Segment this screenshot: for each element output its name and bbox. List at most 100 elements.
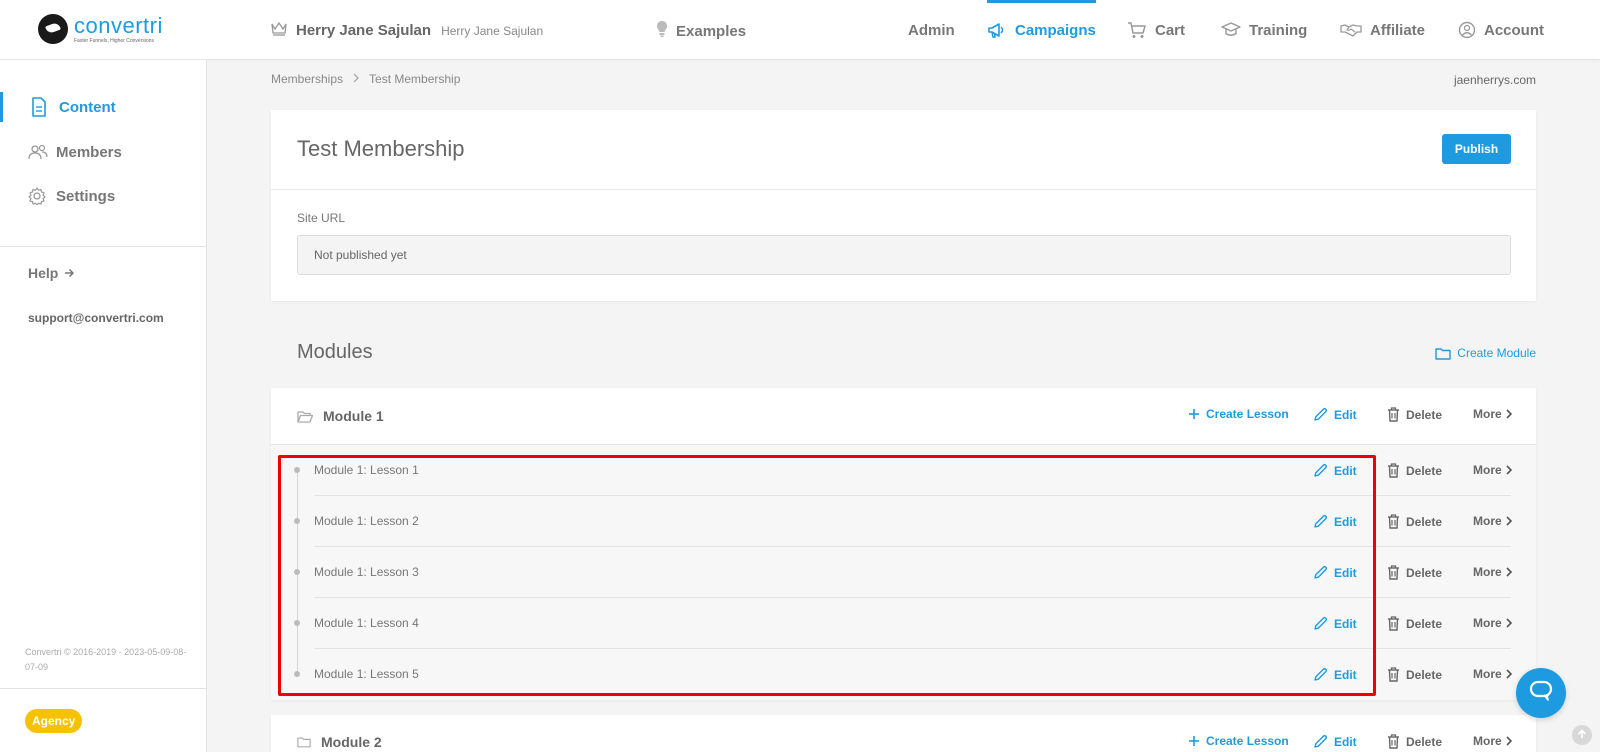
trash-icon bbox=[1387, 463, 1400, 478]
create-lesson-button[interactable]: Create Lesson bbox=[1188, 407, 1289, 421]
examples-link[interactable]: Examples bbox=[656, 20, 746, 43]
edit-label: Edit bbox=[1334, 565, 1357, 580]
more-label: More bbox=[1473, 667, 1502, 681]
lesson-title[interactable]: Module 1: Lesson 1 bbox=[314, 445, 419, 496]
nav-campaigns-label: Campaigns bbox=[1015, 21, 1096, 39]
delete-module-button[interactable]: Delete bbox=[1387, 407, 1442, 422]
pencil-icon bbox=[1313, 565, 1328, 580]
folder-icon bbox=[297, 736, 311, 748]
sidebar-divider bbox=[0, 246, 206, 247]
create-lesson-button[interactable]: Create Lesson bbox=[1188, 734, 1289, 748]
edit-module-button[interactable]: Edit bbox=[1313, 734, 1357, 749]
module-card: Module 1 Create Lesson Edit Delete More … bbox=[271, 388, 1536, 700]
chat-bubble-icon bbox=[1529, 680, 1553, 707]
nav-campaigns[interactable]: Campaigns bbox=[987, 0, 1096, 60]
publish-button[interactable]: Publish bbox=[1442, 134, 1511, 164]
pencil-icon bbox=[1313, 514, 1328, 529]
sidebar-item-settings[interactable]: Settings bbox=[0, 181, 206, 211]
top-bar: convertri Faster Funnels, Higher Convers… bbox=[0, 0, 1600, 60]
breadcrumb-memberships[interactable]: Memberships bbox=[271, 72, 343, 86]
chat-button[interactable] bbox=[1516, 668, 1566, 718]
lesson-title[interactable]: Module 1: Lesson 5 bbox=[314, 649, 419, 700]
delete-label: Delete bbox=[1406, 463, 1443, 478]
pencil-icon bbox=[1313, 463, 1328, 478]
sidebar-item-members[interactable]: Members bbox=[0, 137, 206, 167]
nav-cart[interactable]: Cart bbox=[1127, 0, 1185, 60]
delete-lesson-button[interactable]: Delete bbox=[1387, 463, 1442, 478]
nav-affiliate[interactable]: Affiliate bbox=[1340, 0, 1425, 60]
delete-label: Delete bbox=[1406, 407, 1443, 422]
delete-lesson-button[interactable]: Delete bbox=[1387, 667, 1442, 682]
create-lesson-label: Create Lesson bbox=[1206, 734, 1289, 748]
edit-label: Edit bbox=[1334, 734, 1357, 749]
delete-lesson-button[interactable]: Delete bbox=[1387, 616, 1442, 631]
pencil-icon bbox=[1313, 667, 1328, 682]
scroll-top-button[interactable] bbox=[1572, 725, 1592, 745]
edit-lesson-button[interactable]: Edit bbox=[1313, 565, 1357, 580]
nav-training[interactable]: Training bbox=[1221, 0, 1307, 60]
more-lesson-button[interactable]: More bbox=[1473, 616, 1512, 630]
edit-label: Edit bbox=[1334, 514, 1357, 529]
lesson-list: Module 1: Lesson 1 Edit Delete More Modu… bbox=[271, 444, 1536, 700]
bullet-dot bbox=[294, 569, 300, 575]
module-title[interactable]: Module 2 bbox=[297, 715, 382, 752]
module-name: Module 2 bbox=[321, 733, 382, 750]
bullet-dot bbox=[294, 518, 300, 524]
user-switcher[interactable]: Herry Jane Sajulan Herry Jane Sajulan bbox=[270, 20, 543, 41]
convertri-logo[interactable]: convertri Faster Funnels, Higher Convers… bbox=[38, 14, 163, 44]
folder-open-icon bbox=[297, 410, 313, 423]
more-label: More bbox=[1473, 565, 1502, 579]
site-url-field[interactable]: Not published yet bbox=[297, 235, 1511, 275]
lesson-title[interactable]: Module 1: Lesson 2 bbox=[314, 496, 419, 547]
edit-lesson-button[interactable]: Edit bbox=[1313, 463, 1357, 478]
breadcrumb: Memberships Test Membership bbox=[271, 72, 460, 86]
arrow-up-icon bbox=[1577, 726, 1587, 744]
nav-admin-label: Admin bbox=[908, 21, 955, 39]
copyright-text: Convertri © 2016-2019 - 2023-05-09-08-07… bbox=[25, 647, 187, 672]
delete-module-button[interactable]: Delete bbox=[1387, 734, 1442, 749]
logo-tagline: Faster Funnels, Higher Conversions bbox=[74, 37, 155, 44]
trash-icon bbox=[1387, 667, 1400, 682]
trash-icon bbox=[1387, 565, 1400, 580]
more-lesson-button[interactable]: More bbox=[1473, 667, 1512, 681]
bullet-dot bbox=[294, 467, 300, 473]
edit-module-button[interactable]: Edit bbox=[1313, 407, 1357, 422]
delete-label: Delete bbox=[1406, 514, 1443, 529]
trash-icon bbox=[1387, 407, 1400, 422]
module-name: Module 1 bbox=[323, 408, 384, 424]
pencil-icon bbox=[1313, 734, 1328, 749]
more-lesson-button[interactable]: More bbox=[1473, 565, 1512, 579]
nav-admin[interactable]: Admin bbox=[908, 0, 955, 60]
edit-lesson-button[interactable]: Edit bbox=[1313, 514, 1357, 529]
lesson-title[interactable]: Module 1: Lesson 4 bbox=[314, 598, 419, 649]
edit-lesson-button[interactable]: Edit bbox=[1313, 667, 1357, 682]
sidebar-item-content[interactable]: Content bbox=[0, 92, 206, 122]
plus-icon bbox=[1188, 735, 1200, 747]
bullet-dot bbox=[294, 620, 300, 626]
modules-heading: Modules bbox=[297, 341, 373, 363]
more-label: More bbox=[1473, 734, 1502, 748]
create-module-button[interactable]: Create Module bbox=[1435, 346, 1536, 360]
help-link[interactable]: Help bbox=[28, 265, 75, 281]
delete-lesson-button[interactable]: Delete bbox=[1387, 565, 1442, 580]
arrow-right-icon bbox=[64, 268, 75, 278]
edit-label: Edit bbox=[1334, 407, 1357, 422]
edit-label: Edit bbox=[1334, 616, 1357, 631]
more-module-button[interactable]: More bbox=[1473, 734, 1512, 748]
nav-account[interactable]: Account bbox=[1458, 0, 1544, 60]
more-label: More bbox=[1473, 616, 1502, 630]
plus-icon bbox=[1188, 408, 1200, 420]
more-lesson-button[interactable]: More bbox=[1473, 514, 1512, 528]
lesson-row: Module 1: Lesson 2 Edit Delete More bbox=[271, 496, 1536, 547]
graduation-cap-icon bbox=[1221, 22, 1241, 38]
module-title[interactable]: Module 1 bbox=[297, 388, 384, 444]
chevron-right-icon bbox=[1506, 567, 1512, 577]
more-module-button[interactable]: More bbox=[1473, 407, 1512, 421]
lesson-title[interactable]: Module 1: Lesson 3 bbox=[314, 547, 419, 598]
edit-lesson-button[interactable]: Edit bbox=[1313, 616, 1357, 631]
edit-label: Edit bbox=[1334, 667, 1357, 682]
support-email[interactable]: support@convertri.com bbox=[28, 311, 164, 325]
more-label: More bbox=[1473, 514, 1502, 528]
more-lesson-button[interactable]: More bbox=[1473, 463, 1512, 477]
delete-lesson-button[interactable]: Delete bbox=[1387, 514, 1442, 529]
